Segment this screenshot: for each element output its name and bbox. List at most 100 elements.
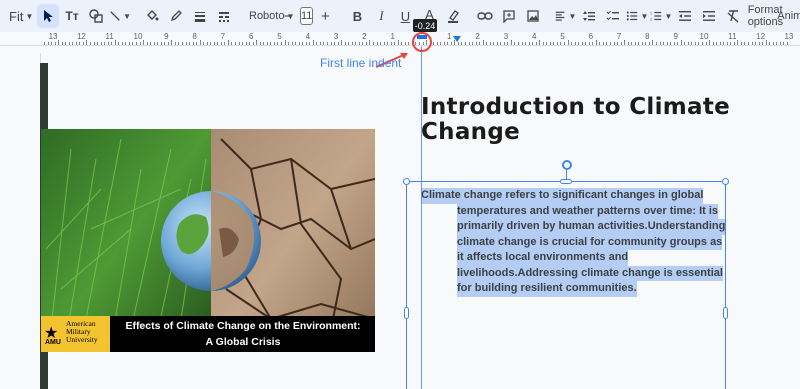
bold-icon: B xyxy=(352,8,363,24)
ruler-tick xyxy=(521,42,523,45)
ruler-number: 3 xyxy=(503,32,509,41)
rotate-handle[interactable] xyxy=(562,160,572,170)
ruler-tick xyxy=(404,42,406,45)
slides-editor: Fit ▼ Tт ▼ Roboto ▼ − 11 + B I U A ▼ ▼ 1… xyxy=(0,0,800,389)
resize-handle-top-right[interactable] xyxy=(722,178,729,185)
slide-title[interactable]: Introduction to Climate Change xyxy=(421,95,761,145)
clear-formatting-button[interactable] xyxy=(722,4,744,28)
ruler-tick xyxy=(546,42,548,45)
border-weight-button[interactable] xyxy=(189,4,211,28)
ruler-tick xyxy=(334,42,336,45)
align-left-icon xyxy=(556,11,565,21)
svg-text:2: 2 xyxy=(650,17,652,21)
ruler-tick xyxy=(464,42,466,45)
bulleted-list-button[interactable]: ▼ xyxy=(626,4,648,28)
numbered-list-icon: 12 xyxy=(650,11,662,21)
ruler-tick xyxy=(680,40,682,45)
italic-icon: I xyxy=(379,8,384,23)
resize-handle-left[interactable] xyxy=(404,307,409,319)
increase-indent-button[interactable] xyxy=(698,4,720,28)
logo-university-name: American Military University xyxy=(66,320,108,344)
checklist-button[interactable] xyxy=(602,4,624,28)
select-tool-button[interactable] xyxy=(37,4,59,28)
ruler-tick xyxy=(111,42,113,45)
fill-color-button[interactable] xyxy=(141,4,163,28)
text-box-button[interactable]: Tт xyxy=(61,4,83,28)
ruler-tick xyxy=(263,42,265,45)
ruler-tick xyxy=(376,42,378,45)
ruler-tick xyxy=(245,42,247,45)
ruler-tick xyxy=(302,42,304,45)
shape-button[interactable] xyxy=(85,4,107,28)
ruler-tick xyxy=(472,42,474,45)
bold-button[interactable]: B xyxy=(346,4,368,28)
insert-link-button[interactable] xyxy=(474,4,496,28)
indent-increase-icon xyxy=(703,11,716,21)
ruler-number: 6 xyxy=(588,32,594,41)
ruler-tick xyxy=(355,42,357,45)
ruler-tick xyxy=(323,42,325,45)
ruler-tick xyxy=(479,42,481,45)
ruler-tick xyxy=(135,42,137,45)
ruler-number: 4 xyxy=(305,32,311,41)
ruler-number: 6 xyxy=(248,32,254,41)
ruler-tick xyxy=(493,42,495,45)
ruler-tick xyxy=(602,42,604,45)
resize-handle-right[interactable] xyxy=(723,307,728,319)
zoom-select[interactable]: Fit ▼ xyxy=(5,4,33,28)
rotate-handle-stem xyxy=(566,170,567,179)
highlight-color-button[interactable] xyxy=(442,4,464,28)
font-size-input[interactable]: 11 xyxy=(300,7,314,25)
ruler-number: 12 xyxy=(76,32,86,41)
ruler-tick xyxy=(330,42,332,45)
increase-font-size-button[interactable]: + xyxy=(314,4,336,28)
ruler-tick xyxy=(592,42,594,45)
ruler-tick xyxy=(171,40,173,45)
ruler-tick xyxy=(525,42,527,45)
ruler-tick xyxy=(181,42,183,45)
resize-handle-top-left[interactable] xyxy=(403,178,410,185)
ruler-tick xyxy=(281,42,282,45)
ruler-tick xyxy=(107,42,109,45)
insert-image-button[interactable] xyxy=(522,4,544,28)
ruler-tick xyxy=(231,42,233,45)
border-dash-button[interactable] xyxy=(213,4,235,28)
line-button[interactable]: ▼ xyxy=(109,4,131,28)
border-color-button[interactable] xyxy=(165,4,187,28)
ruler-tick xyxy=(599,42,601,45)
ruler-tick xyxy=(185,42,187,45)
ruler-tick xyxy=(312,40,314,45)
ruler-tick xyxy=(518,42,520,45)
ruler-tick xyxy=(638,42,640,45)
ruler-tick xyxy=(341,40,343,45)
decrease-indent-button[interactable] xyxy=(674,4,696,28)
animate-button[interactable]: Animate xyxy=(777,4,800,28)
ruler-tick xyxy=(210,42,212,45)
ruler-number: 7 xyxy=(616,32,622,41)
border-dash-icon xyxy=(219,12,229,22)
ruler-tick xyxy=(61,42,63,45)
italic-button[interactable]: I xyxy=(370,4,392,28)
ruler-tick xyxy=(712,42,714,45)
decrease-font-size-button[interactable]: − xyxy=(277,4,299,28)
resize-handle-top[interactable] xyxy=(560,179,572,184)
ruler-tick xyxy=(348,42,350,45)
ruler-tick xyxy=(79,42,81,45)
indent-decrease-icon xyxy=(679,11,692,21)
ruler-tick xyxy=(687,42,689,45)
align-button[interactable]: ▼ xyxy=(554,4,576,28)
line-spacing-button[interactable] xyxy=(578,4,600,28)
horizontal-ruler[interactable]: 13 12 11 10 9 8 7 6 5 4 3 2 1 1 2 3 4 5 6 7 8 9 10 11 12 13 xyxy=(0,32,800,46)
chevron-down-icon: ▼ xyxy=(25,11,34,21)
chevron-down-icon: ▼ xyxy=(568,11,577,21)
ruler-tick xyxy=(58,40,60,45)
font-select[interactable]: Roboto ▼ xyxy=(245,4,294,28)
ruler-number: 3 xyxy=(333,32,339,41)
ruler-tick xyxy=(132,42,134,45)
ruler-tick xyxy=(564,42,565,45)
ruler-tick xyxy=(344,42,346,45)
ruler-number: 7 xyxy=(220,32,226,41)
numbered-list-button[interactable]: 12 ▼ xyxy=(650,4,672,28)
add-comment-button[interactable] xyxy=(498,4,520,28)
left-indent-marker[interactable] xyxy=(453,36,461,42)
